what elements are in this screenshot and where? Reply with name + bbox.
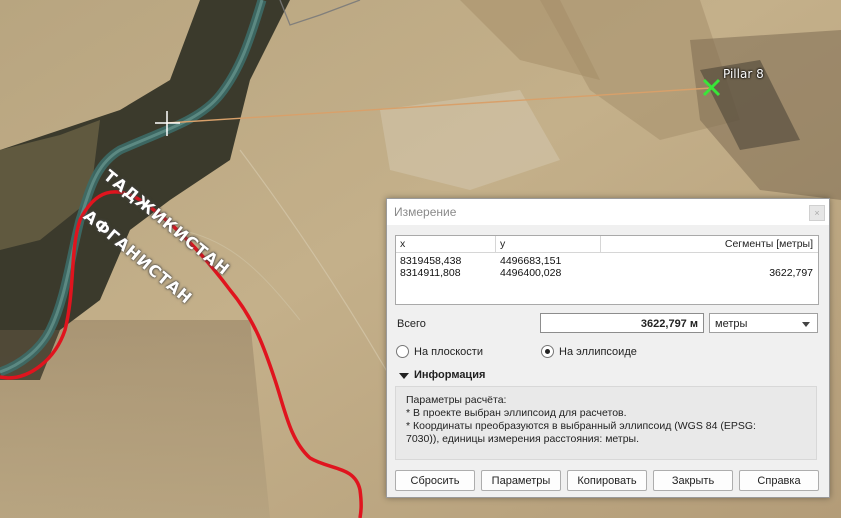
info-line: Параметры расчёта: xyxy=(406,394,507,406)
info-line: * В проекте выбран эллипсоид для расчето… xyxy=(406,407,627,419)
cell-x: 8314911,808 xyxy=(400,267,461,279)
parameters-button[interactable]: Параметры xyxy=(481,470,561,491)
info-line: * Координаты преобразуются в выбранный э… xyxy=(406,420,756,432)
radio-ellipsoid-label[interactable]: На эллипсоиде xyxy=(559,346,637,358)
close-button[interactable]: Закрыть xyxy=(653,470,733,491)
radio-selected-dot xyxy=(545,349,550,354)
cell-y: 4496400,028 xyxy=(500,267,562,279)
units-selected-value: метры xyxy=(715,318,748,330)
info-panel: Параметры расчёта: * В проекте выбран эл… xyxy=(395,386,817,460)
close-icon[interactable]: × xyxy=(809,205,825,221)
column-header-y[interactable]: y xyxy=(496,236,601,253)
measure-dialog: Измерение × x y Сегменты [метры] 8319458… xyxy=(386,198,830,498)
pillar-label: Pillar 8 xyxy=(723,67,764,81)
info-line: 7030)), единицы измерения расстояния: ме… xyxy=(406,433,640,445)
units-dropdown[interactable]: метры xyxy=(709,313,818,333)
copy-button[interactable]: Копировать xyxy=(567,470,647,491)
cell-segment: 3622,797 xyxy=(769,267,813,279)
total-label: Всего xyxy=(397,318,426,330)
total-value-field[interactable]: 3622,797 м xyxy=(540,313,704,333)
chevron-down-icon xyxy=(802,322,810,327)
column-header-x[interactable]: x xyxy=(396,236,496,253)
collapse-arrow-icon[interactable] xyxy=(399,373,409,379)
coordinates-table[interactable]: x y Сегменты [метры] 8319458,438 4496683… xyxy=(395,235,819,305)
dialog-titlebar[interactable]: Измерение × xyxy=(387,199,829,225)
column-header-segments[interactable]: Сегменты [метры] xyxy=(601,236,818,253)
radio-flat[interactable] xyxy=(396,345,409,358)
radio-ellipsoid[interactable] xyxy=(541,345,554,358)
help-button[interactable]: Справка xyxy=(739,470,819,491)
radio-flat-label[interactable]: На плоскости xyxy=(414,346,483,358)
reset-button[interactable]: Сбросить xyxy=(395,470,475,491)
info-section-title[interactable]: Информация xyxy=(414,369,485,381)
dialog-title: Измерение xyxy=(394,205,457,219)
